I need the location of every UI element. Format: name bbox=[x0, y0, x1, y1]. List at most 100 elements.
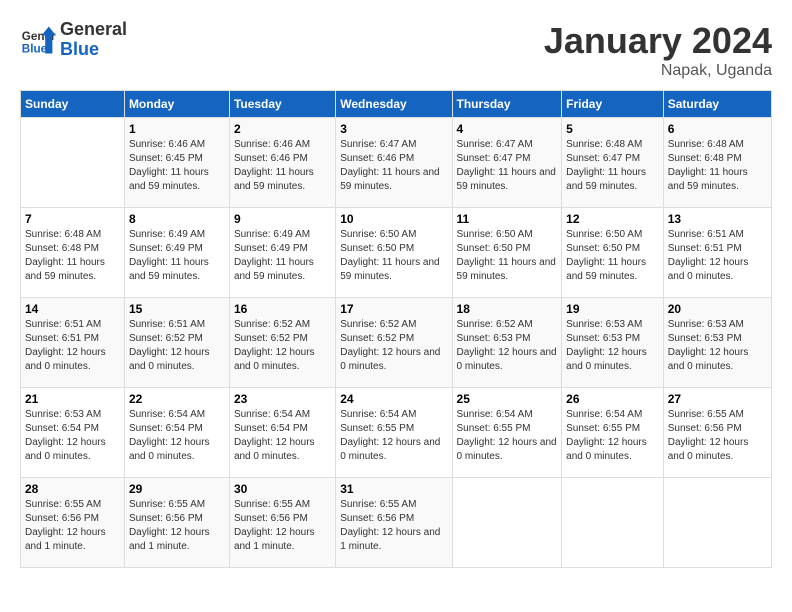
calendar-day-cell: 9 Sunrise: 6:49 AM Sunset: 6:49 PM Daylig… bbox=[229, 208, 335, 298]
calendar-table: SundayMondayTuesdayWednesdayThursdayFrid… bbox=[20, 90, 772, 568]
svg-text:Blue: Blue bbox=[22, 42, 48, 55]
day-info: Sunrise: 6:52 AM Sunset: 6:53 PM Dayligh… bbox=[457, 318, 558, 374]
day-number: 1 bbox=[129, 122, 225, 136]
day-number: 6 bbox=[668, 122, 767, 136]
day-info: Sunrise: 6:50 AM Sunset: 6:50 PM Dayligh… bbox=[457, 228, 558, 284]
calendar-week-row: 14Sunrise: 6:51 AM Sunset: 6:51 PM Dayli… bbox=[21, 298, 772, 388]
month-title: January 2024 bbox=[544, 20, 772, 62]
calendar-day-cell: 11 Sunrise: 6:50 AM Sunset: 6:50 PM Dayli… bbox=[452, 208, 562, 298]
day-number: 31 bbox=[340, 482, 447, 496]
day-info: Sunrise: 6:48 AM Sunset: 6:48 PM Dayligh… bbox=[25, 228, 120, 284]
calendar-week-row: 1Sunrise: 6:46 AM Sunset: 6:45 PM Daylig… bbox=[21, 118, 772, 208]
day-info: Sunrise: 6:55 AM Sunset: 6:56 PM Dayligh… bbox=[234, 498, 331, 554]
day-info: Sunrise: 6:54 AM Sunset: 6:54 PM Dayligh… bbox=[234, 408, 331, 464]
day-number: 30 bbox=[234, 482, 331, 496]
day-number: 3 bbox=[340, 122, 447, 136]
day-number: 15 bbox=[129, 302, 225, 316]
day-info: Sunrise: 6:55 AM Sunset: 6:56 PM Dayligh… bbox=[340, 498, 447, 554]
day-number: 8 bbox=[129, 212, 225, 226]
calendar-day-cell: 5Sunrise: 6:48 AM Sunset: 6:47 PM Daylig… bbox=[562, 118, 664, 208]
calendar-day-cell: 30 Sunrise: 6:55 AM Sunset: 6:56 PM Dayli… bbox=[229, 478, 335, 568]
calendar-day-cell: 23Sunrise: 6:54 AM Sunset: 6:54 PM Dayli… bbox=[229, 388, 335, 478]
day-info: Sunrise: 6:53 AM Sunset: 6:54 PM Dayligh… bbox=[25, 408, 120, 464]
calendar-day-cell: 27 Sunrise: 6:55 AM Sunset: 6:56 PM Dayli… bbox=[663, 388, 771, 478]
day-number: 29 bbox=[129, 482, 225, 496]
day-info: Sunrise: 6:50 AM Sunset: 6:50 PM Dayligh… bbox=[566, 228, 659, 284]
day-info: Sunrise: 6:50 AM Sunset: 6:50 PM Dayligh… bbox=[340, 228, 447, 284]
day-of-week-header: Thursday bbox=[452, 91, 562, 118]
day-number: 13 bbox=[668, 212, 767, 226]
day-number: 10 bbox=[340, 212, 447, 226]
day-info: Sunrise: 6:53 AM Sunset: 6:53 PM Dayligh… bbox=[668, 318, 767, 374]
calendar-day-cell: 2Sunrise: 6:46 AM Sunset: 6:46 PM Daylig… bbox=[229, 118, 335, 208]
day-number: 2 bbox=[234, 122, 331, 136]
day-number: 26 bbox=[566, 392, 659, 406]
day-info: Sunrise: 6:54 AM Sunset: 6:55 PM Dayligh… bbox=[566, 408, 659, 464]
calendar-day-cell: 10 Sunrise: 6:50 AM Sunset: 6:50 PM Dayli… bbox=[336, 208, 452, 298]
day-info: Sunrise: 6:49 AM Sunset: 6:49 PM Dayligh… bbox=[234, 228, 331, 284]
calendar-day-cell: 25Sunrise: 6:54 AM Sunset: 6:55 PM Dayli… bbox=[452, 388, 562, 478]
day-of-week-header: Saturday bbox=[663, 91, 771, 118]
day-info: Sunrise: 6:53 AM Sunset: 6:53 PM Dayligh… bbox=[566, 318, 659, 374]
day-info: Sunrise: 6:48 AM Sunset: 6:48 PM Dayligh… bbox=[668, 138, 767, 194]
location: Napak, Uganda bbox=[544, 62, 772, 80]
calendar-week-row: 7Sunrise: 6:48 AM Sunset: 6:48 PM Daylig… bbox=[21, 208, 772, 298]
day-number: 5 bbox=[566, 122, 659, 136]
day-info: Sunrise: 6:54 AM Sunset: 6:54 PM Dayligh… bbox=[129, 408, 225, 464]
calendar-week-row: 28Sunrise: 6:55 AM Sunset: 6:56 PM Dayli… bbox=[21, 478, 772, 568]
calendar-day-cell: 21 Sunrise: 6:53 AM Sunset: 6:54 PM Dayli… bbox=[21, 388, 125, 478]
day-info: Sunrise: 6:52 AM Sunset: 6:52 PM Dayligh… bbox=[340, 318, 447, 374]
calendar-day-cell: 3Sunrise: 6:47 AM Sunset: 6:46 PM Daylig… bbox=[336, 118, 452, 208]
day-number: 9 bbox=[234, 212, 331, 226]
calendar-day-cell: 8 Sunrise: 6:49 AM Sunset: 6:49 PM Daylig… bbox=[124, 208, 229, 298]
calendar-day-cell: 20Sunrise: 6:53 AM Sunset: 6:53 PM Dayli… bbox=[663, 298, 771, 388]
calendar-day-cell: 1Sunrise: 6:46 AM Sunset: 6:45 PM Daylig… bbox=[124, 118, 229, 208]
logo-text-blue: Blue bbox=[60, 40, 127, 60]
calendar-day-cell bbox=[663, 478, 771, 568]
calendar-day-cell: 13 Sunrise: 6:51 AM Sunset: 6:51 PM Dayli… bbox=[663, 208, 771, 298]
day-info: Sunrise: 6:54 AM Sunset: 6:55 PM Dayligh… bbox=[457, 408, 558, 464]
calendar-week-row: 21 Sunrise: 6:53 AM Sunset: 6:54 PM Dayli… bbox=[21, 388, 772, 478]
calendar-day-cell: 16 Sunrise: 6:52 AM Sunset: 6:52 PM Dayli… bbox=[229, 298, 335, 388]
day-of-week-header: Friday bbox=[562, 91, 664, 118]
logo-text-general: General bbox=[60, 20, 127, 40]
day-info: Sunrise: 6:51 AM Sunset: 6:51 PM Dayligh… bbox=[25, 318, 120, 374]
day-info: Sunrise: 6:54 AM Sunset: 6:55 PM Dayligh… bbox=[340, 408, 447, 464]
calendar-day-cell: 19 Sunrise: 6:53 AM Sunset: 6:53 PM Dayli… bbox=[562, 298, 664, 388]
day-info: Sunrise: 6:51 AM Sunset: 6:51 PM Dayligh… bbox=[668, 228, 767, 284]
day-number: 24 bbox=[340, 392, 447, 406]
day-of-week-header: Monday bbox=[124, 91, 229, 118]
day-number: 22 bbox=[129, 392, 225, 406]
day-of-week-header: Tuesday bbox=[229, 91, 335, 118]
calendar-day-cell: 24 Sunrise: 6:54 AM Sunset: 6:55 PM Dayli… bbox=[336, 388, 452, 478]
calendar-day-cell: 18 Sunrise: 6:52 AM Sunset: 6:53 PM Dayli… bbox=[452, 298, 562, 388]
calendar-day-cell: 14Sunrise: 6:51 AM Sunset: 6:51 PM Dayli… bbox=[21, 298, 125, 388]
title-block: January 2024 Napak, Uganda bbox=[544, 20, 772, 80]
calendar-day-cell: 12 Sunrise: 6:50 AM Sunset: 6:50 PM Dayli… bbox=[562, 208, 664, 298]
day-of-week-header: Wednesday bbox=[336, 91, 452, 118]
day-number: 16 bbox=[234, 302, 331, 316]
calendar-day-cell: 28Sunrise: 6:55 AM Sunset: 6:56 PM Dayli… bbox=[21, 478, 125, 568]
calendar-day-cell bbox=[452, 478, 562, 568]
calendar-day-cell bbox=[21, 118, 125, 208]
day-info: Sunrise: 6:52 AM Sunset: 6:52 PM Dayligh… bbox=[234, 318, 331, 374]
calendar-day-cell: 4Sunrise: 6:47 AM Sunset: 6:47 PM Daylig… bbox=[452, 118, 562, 208]
day-number: 27 bbox=[668, 392, 767, 406]
day-info: Sunrise: 6:49 AM Sunset: 6:49 PM Dayligh… bbox=[129, 228, 225, 284]
calendar-day-cell bbox=[562, 478, 664, 568]
calendar-day-cell: 22 Sunrise: 6:54 AM Sunset: 6:54 PM Dayli… bbox=[124, 388, 229, 478]
day-number: 21 bbox=[25, 392, 120, 406]
day-info: Sunrise: 6:55 AM Sunset: 6:56 PM Dayligh… bbox=[668, 408, 767, 464]
calendar-day-cell: 6 Sunrise: 6:48 AM Sunset: 6:48 PM Daylig… bbox=[663, 118, 771, 208]
day-number: 12 bbox=[566, 212, 659, 226]
day-number: 17 bbox=[340, 302, 447, 316]
calendar-day-cell: 31 Sunrise: 6:55 AM Sunset: 6:56 PM Dayli… bbox=[336, 478, 452, 568]
calendar-day-cell: 17 Sunrise: 6:52 AM Sunset: 6:52 PM Dayli… bbox=[336, 298, 452, 388]
day-number: 11 bbox=[457, 212, 558, 226]
day-number: 18 bbox=[457, 302, 558, 316]
calendar-day-cell: 26 Sunrise: 6:54 AM Sunset: 6:55 PM Dayli… bbox=[562, 388, 664, 478]
page-header: General Blue General Blue January 2024 N… bbox=[20, 20, 772, 80]
day-number: 19 bbox=[566, 302, 659, 316]
logo-icon: General Blue bbox=[20, 22, 56, 58]
calendar-day-cell: 15Sunrise: 6:51 AM Sunset: 6:52 PM Dayli… bbox=[124, 298, 229, 388]
